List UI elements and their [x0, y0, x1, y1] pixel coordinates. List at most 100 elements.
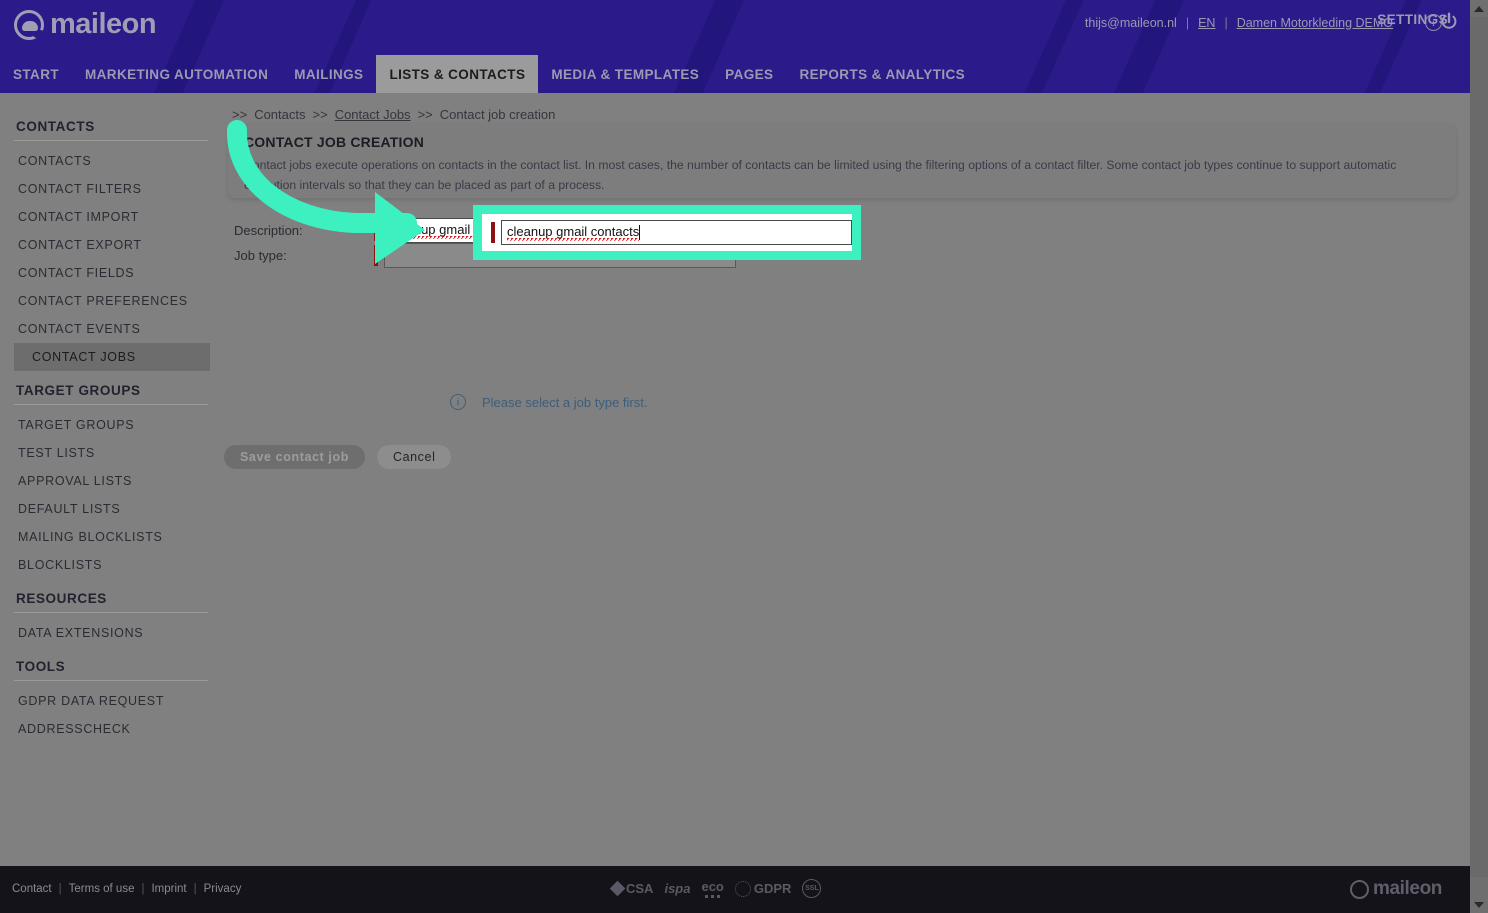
cert-ssl-label: SSL [805, 885, 819, 892]
info-circle-icon: i [450, 394, 466, 410]
description-label: Description: [234, 223, 303, 238]
annotation-highlight-inner: cleanup gmail contacts [482, 214, 852, 251]
language-link[interactable]: EN [1198, 16, 1215, 30]
sidebar-divider-2 [14, 404, 208, 405]
annotation-highlight-box: cleanup gmail contacts [473, 205, 861, 260]
sidebar: CONTACTS CONTACTS CONTACT FILTERS CONTAC… [0, 93, 222, 913]
sidebar-group-title-tools: TOOLS [16, 659, 66, 674]
sidebar-item-contact-import[interactable]: CONTACT IMPORT [0, 203, 222, 231]
cert-csa: CSA [609, 880, 654, 897]
nav-item-settings[interactable]: SETTINGS [1377, 0, 1448, 38]
breadcrumb: >> Contacts >> Contact Jobs >> Contact j… [232, 107, 555, 122]
footer-link-contact[interactable]: Contact [12, 883, 52, 895]
app-footer: Contact | Terms of use | Imprint | Priva… [0, 866, 1470, 913]
sidebar-item-contact-export[interactable]: CONTACT EXPORT [0, 231, 222, 259]
breadcrumb-item-contact-job-creation: Contact job creation [439, 107, 556, 122]
jobtype-label: Job type: [234, 248, 287, 263]
description-input-value-highlighted: cleanup gmail contacts [506, 224, 640, 241]
csa-diamond-icon [609, 880, 626, 897]
sidebar-item-mailing-blocklists[interactable]: MAILING BLOCKLISTS [0, 523, 222, 551]
nav-item-lists-and-contacts[interactable]: LISTS & CONTACTS [376, 55, 539, 93]
nav-item-marketing-automation[interactable]: MARKETING AUTOMATION [72, 55, 281, 93]
scrollbar-up-button[interactable] [1470, 0, 1488, 17]
nav-item-media-and-templates[interactable]: MEDIA & TEMPLATES [538, 55, 712, 93]
cert-eco: eco [701, 879, 724, 898]
footer-link-privacy[interactable]: Privacy [204, 883, 242, 895]
nav-item-reports-and-analytics[interactable]: REPORTS & ANALYTICS [786, 55, 978, 93]
header-separator-2: | [1224, 15, 1228, 30]
nav-item-mailings[interactable]: MAILINGS [281, 55, 376, 93]
scrollbar-thumb[interactable] [1470, 17, 1488, 877]
sidebar-divider-4 [14, 680, 208, 681]
sidebar-item-test-lists[interactable]: TEST LISTS [0, 439, 222, 467]
cert-gdpr-label: GDPR [753, 881, 792, 896]
description-input-highlighted[interactable]: cleanup gmail contacts [500, 220, 852, 245]
sidebar-item-blocklists[interactable]: BLOCKLISTS [0, 551, 222, 579]
eco-dots-icon [705, 895, 721, 898]
page-intro-panel: CONTACT JOB CREATION Contact jobs execut… [228, 123, 1456, 198]
page-title: CONTACT JOB CREATION [244, 134, 425, 150]
sidebar-divider-1 [14, 140, 208, 141]
app-root: maileon thijs@maileon.nl | EN | Damen Mo… [0, 0, 1488, 913]
sidebar-item-contact-fields[interactable]: CONTACT FIELDS [0, 259, 222, 287]
cert-ispa: ispa [664, 881, 690, 896]
breadcrumb-sep-3: >> [417, 107, 433, 122]
description-required-marker [374, 220, 378, 241]
sidebar-item-contact-jobs[interactable]: CONTACT JOBS [14, 343, 210, 371]
cert-csa-label: CSA [626, 881, 654, 896]
maileon-logo[interactable]: maileon [14, 8, 157, 41]
footer-maileon-logo: maileon [1350, 878, 1442, 900]
jobtype-info-message: i Please select a job type first. [450, 394, 647, 410]
breadcrumb-item-contact-jobs[interactable]: Contact Jobs [335, 107, 411, 122]
page-description: Contact jobs execute operations on conta… [244, 158, 1397, 192]
jobtype-required-marker [374, 245, 378, 266]
sidebar-item-gdpr-data-request[interactable]: GDPR DATA REQUEST [0, 687, 222, 715]
footer-sep-1: | [58, 883, 62, 895]
footer-link-imprint[interactable]: Imprint [151, 883, 186, 895]
app-header: maileon thijs@maileon.nl | EN | Damen Mo… [0, 0, 1470, 93]
footer-sep-3: | [193, 883, 197, 895]
maileon-logo-icon [14, 9, 44, 40]
eu-stars-icon [734, 880, 751, 897]
sidebar-group-title-contacts: CONTACTS [16, 119, 95, 134]
footer-link-terms-of-use[interactable]: Terms of use [69, 883, 135, 895]
sidebar-item-target-groups[interactable]: TARGET GROUPS [0, 411, 222, 439]
footer-links: Contact | Terms of use | Imprint | Priva… [12, 883, 241, 895]
cert-ispa-label: ispa [664, 881, 691, 896]
sidebar-item-contacts[interactable]: CONTACTS [0, 147, 222, 175]
sidebar-item-addresscheck[interactable]: ADDRESSCHECK [0, 715, 222, 743]
sidebar-group-title-resources: RESOURCES [16, 591, 107, 606]
cert-eco-label: eco [701, 879, 724, 894]
sidebar-group-title-target-groups: TARGET GROUPS [16, 383, 141, 398]
sidebar-divider-3 [14, 612, 208, 613]
info-message-text: Please select a job type first. [482, 394, 648, 410]
sidebar-item-data-extensions[interactable]: DATA EXTENSIONS [0, 619, 222, 647]
footer-logo-text: maileon [1373, 878, 1442, 899]
footer-sep-2: | [141, 883, 145, 895]
account-link[interactable]: Damen Motorkleding DEMO [1237, 16, 1393, 30]
nav-item-pages[interactable]: PAGES [712, 55, 786, 93]
highlight-required-marker [491, 222, 495, 243]
breadcrumb-item-contacts[interactable]: Contacts [254, 107, 305, 122]
cert-ssl: SSL [802, 879, 822, 898]
main-navigation: START MARKETING AUTOMATION MAILINGS LIST… [0, 55, 1470, 93]
breadcrumb-sep-1: >> [232, 107, 248, 122]
sidebar-item-contact-preferences[interactable]: CONTACT PREFERENCES [0, 287, 222, 315]
nav-item-start[interactable]: START [0, 55, 72, 93]
scrollbar-down-button[interactable] [1470, 896, 1488, 913]
sidebar-item-contact-events[interactable]: CONTACT EVENTS [0, 315, 222, 343]
save-contact-job-button[interactable]: Save contact job [224, 445, 365, 469]
cert-gdpr: GDPR [734, 880, 792, 897]
user-email: thijs@maileon.nl [1084, 15, 1177, 30]
maileon-logo-text: maileon [50, 8, 157, 40]
footer-certifications: CSA ispa eco GDPR SSL [609, 879, 822, 898]
sidebar-item-approval-lists[interactable]: APPROVAL LISTS [0, 467, 222, 495]
sidebar-item-contact-filters[interactable]: CONTACT FILTERS [0, 175, 222, 203]
cancel-button[interactable]: Cancel [376, 445, 452, 469]
header-separator-1: | [1185, 15, 1190, 30]
footer-logo-icon [1350, 879, 1369, 899]
sidebar-item-default-lists[interactable]: DEFAULT LISTS [0, 495, 222, 523]
form-actions: Save contact job Cancel [224, 445, 452, 469]
page-scrollbar[interactable] [1470, 0, 1488, 913]
breadcrumb-sep-2: >> [312, 107, 328, 122]
